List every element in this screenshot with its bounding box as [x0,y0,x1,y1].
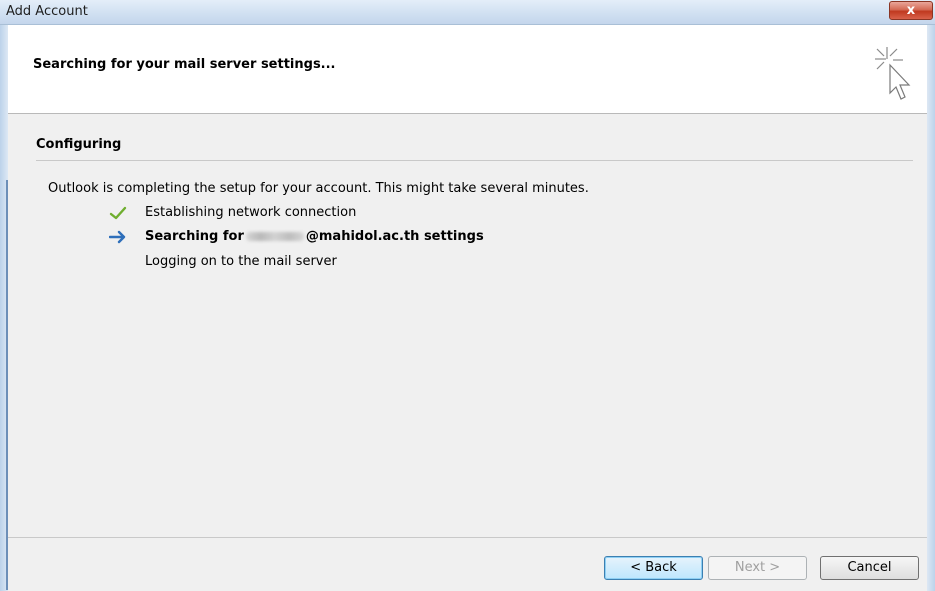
step-label-prefix: Searching for [145,229,244,244]
window-frame-left [0,25,8,591]
close-icon: x [906,3,916,18]
page-title: Searching for your mail server settings.… [33,57,336,72]
section-divider [36,160,913,161]
window-frame-right [927,25,935,591]
step-label-suffix: @mahidol.ac.th settings [305,229,484,244]
close-button[interactable]: x [889,1,933,20]
section-label: Configuring [36,137,122,152]
next-button[interactable]: Next > [708,556,807,580]
cursor-sparkle-icon [875,47,911,100]
title-bar: Add Account x [0,0,935,25]
redacted-username [245,232,304,241]
checkmark-icon [109,206,127,220]
back-button[interactable]: < Back [604,556,703,580]
step-label: Logging on to the mail server [145,254,337,269]
footer-divider [8,537,927,538]
cancel-button[interactable]: Cancel [820,556,919,580]
step-label: Searching for @mahidol.ac.th settings [145,229,484,244]
arrow-right-icon [109,230,126,244]
window-title: Add Account [6,4,88,19]
wizard-header: Searching for your mail server settings.… [8,25,927,114]
frame-accent [6,180,8,590]
step-label: Establishing network connection [145,205,357,220]
status-message: Outlook is completing the setup for your… [48,181,589,196]
